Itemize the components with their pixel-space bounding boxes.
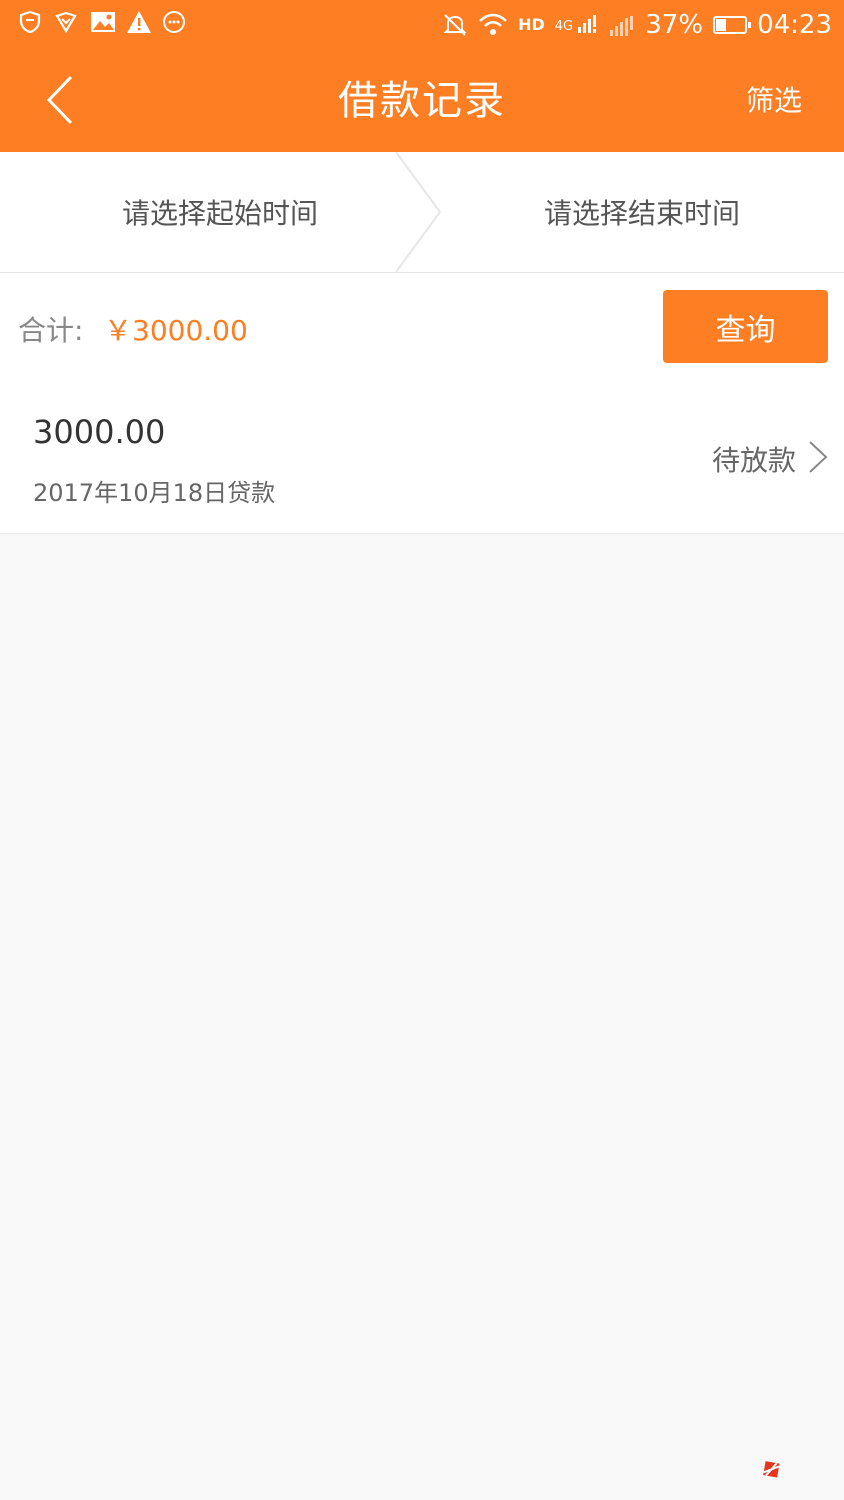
empty-area (0, 534, 844, 1500)
title-bar: 借款记录 筛选 (0, 50, 844, 152)
record-date: 2017年10月18日贷款 (33, 479, 276, 507)
clock: 04:23 (757, 10, 832, 40)
total-value: ￥3000.00 (104, 314, 248, 347)
chat-icon (162, 10, 186, 34)
start-date-picker[interactable]: 请选择起始时间 (0, 152, 440, 272)
end-date-picker[interactable]: 请选择结束时间 (440, 152, 844, 272)
watermark (742, 1410, 842, 1490)
list-item[interactable]: 3000.00 2017年10月18日贷款 待放款 (0, 383, 844, 534)
page-title: 借款记录 (338, 78, 506, 124)
record-amount: 3000.00 (33, 413, 166, 451)
mute-icon (442, 12, 468, 38)
image-icon (90, 10, 115, 34)
status-system-icons: HD 4G 37% 04:23 (442, 8, 832, 42)
record-status: 待放款 (711, 444, 796, 477)
kanong-logo-icon (763, 1461, 780, 1478)
shield-icon (18, 10, 42, 34)
arrow-divider-icon (396, 152, 442, 272)
filter-button[interactable]: 筛选 (746, 82, 802, 120)
summary-bar: 合计: ￥3000.00 查询 (0, 273, 844, 383)
battery-percent: 37% (645, 10, 704, 40)
wifi-icon (478, 12, 508, 38)
query-button[interactable]: 查询 (663, 290, 828, 363)
warning-icon (126, 10, 151, 34)
battery-level (716, 19, 727, 31)
hd-call-icon: HD (518, 12, 545, 38)
signal-2-icon (609, 12, 635, 38)
network-label: 4G (554, 19, 574, 34)
hd-label: HD (518, 15, 545, 34)
battery-icon (713, 16, 752, 34)
end-date-placeholder: 请选择结束时间 (543, 197, 740, 230)
total-label: 合计: (18, 314, 84, 347)
signal-icon: 4G (555, 12, 600, 38)
shield-check-icon (54, 10, 78, 34)
status-bar: HD 4G 37% 04:23 (0, 0, 844, 50)
date-range-selector: 请选择起始时间 请选择结束时间 (0, 152, 844, 273)
status-notification-icons (18, 10, 186, 34)
start-date-placeholder: 请选择起始时间 (121, 197, 318, 230)
chevron-right-icon (809, 441, 828, 473)
